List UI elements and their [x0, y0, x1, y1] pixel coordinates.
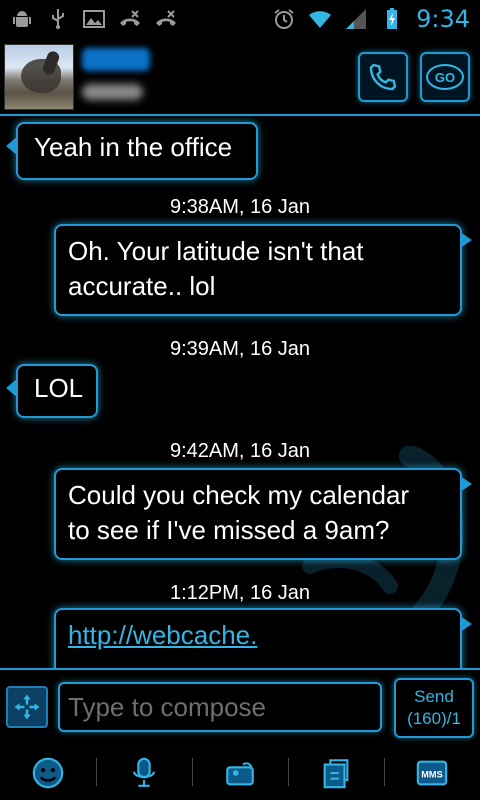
contact-number: ••••••••••	[82, 84, 222, 104]
mms-icon: MMS	[416, 760, 448, 786]
message-bubble-incoming[interactable]: Yeah in the office	[6, 122, 258, 180]
message-bubble-outgoing[interactable]: http://webcache.	[54, 608, 472, 668]
missed-call-icon	[118, 7, 142, 31]
message-timestamp: 9:42AM, 16 Jan	[169, 440, 311, 462]
message-text-line: to see if I've missed a 9am?	[68, 515, 390, 545]
compose-bar: Send (160)/1	[0, 668, 480, 746]
contact-avatar[interactable]	[4, 44, 74, 110]
message-timestamp: 9:38AM, 16 Jan	[169, 196, 311, 218]
notification-icons	[10, 7, 178, 31]
android-debug-icon	[10, 7, 34, 31]
battery-charging-icon	[380, 7, 404, 31]
wifi-icon	[308, 7, 332, 31]
expand-compose-button[interactable]	[6, 686, 48, 728]
message-text: Yeah in the office	[34, 132, 233, 162]
message-text: LOL	[34, 373, 84, 403]
message-text-line: Could you check my calendar	[68, 480, 410, 510]
status-bar: 9:34	[0, 0, 480, 38]
compose-input[interactable]	[58, 682, 382, 732]
attachment-toolbar: MMS	[0, 746, 480, 800]
usb-icon	[46, 7, 70, 31]
signal-icon	[344, 7, 368, 31]
send-button[interactable]: Send (160)/1	[394, 678, 474, 738]
attach-file-button[interactable]	[288, 746, 384, 800]
system-icons: 9:34	[272, 5, 470, 33]
status-time: 9:34	[416, 5, 470, 33]
send-label: Send	[414, 687, 454, 706]
message-text-line: Oh. Your latitude isn't that	[68, 236, 364, 266]
smiley-icon	[32, 757, 64, 789]
go-label: GO	[426, 64, 464, 90]
emoji-button[interactable]	[0, 746, 96, 800]
mms-button[interactable]: MMS	[384, 746, 480, 800]
missed-call-icon	[154, 7, 178, 31]
attach-file-icon	[323, 759, 349, 789]
alarm-icon	[272, 7, 296, 31]
mms-label: MMS	[421, 769, 442, 779]
attach-contact-icon	[226, 762, 254, 786]
message-list[interactable]: Yeah in the office 9:38AM, 16 Jan Oh. Yo…	[0, 116, 480, 668]
phone-icon	[369, 63, 397, 91]
contact-name: M... ...	[82, 48, 272, 72]
go-button[interactable]: GO	[420, 52, 470, 102]
message-bubble-outgoing[interactable]: Oh. Your latitude isn't that accurate.. …	[54, 224, 472, 316]
microphone-icon	[133, 757, 155, 787]
message-timestamp: 9:39AM, 16 Jan	[169, 338, 311, 360]
message-bubble-incoming[interactable]: LOL	[6, 364, 98, 418]
expand-arrows-icon	[14, 694, 40, 720]
character-counter: (160)/1	[407, 709, 461, 728]
voice-input-button[interactable]	[96, 746, 192, 800]
message-link[interactable]: http://webcache.	[68, 620, 257, 650]
picture-icon	[82, 7, 106, 31]
attach-contact-button[interactable]	[192, 746, 288, 800]
message-timestamp: 1:12PM, 16 Jan	[169, 582, 311, 604]
message-text-line: accurate.. lol	[68, 271, 216, 301]
conversation-header: M... ... •••••••••• GO	[0, 38, 480, 116]
call-button[interactable]	[358, 52, 408, 102]
message-bubble-outgoing[interactable]: Could you check my calendar to see if I'…	[54, 468, 472, 560]
